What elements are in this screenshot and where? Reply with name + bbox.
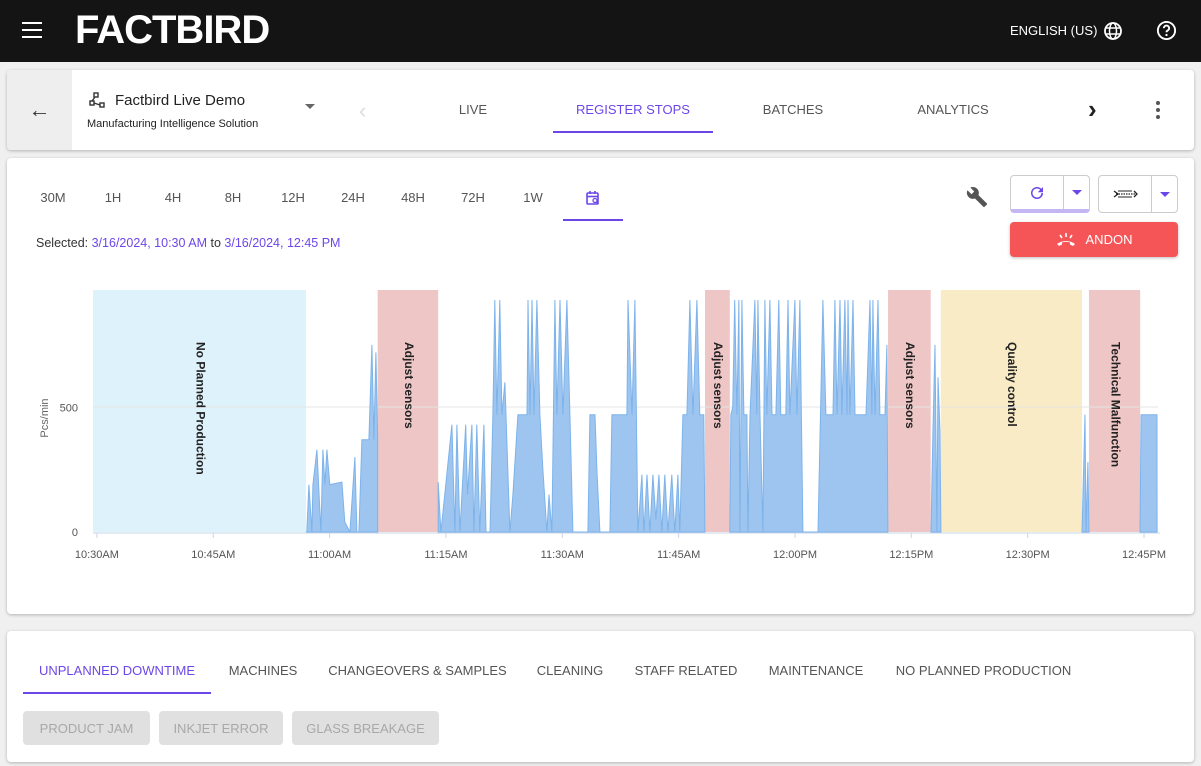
area-segment bbox=[305, 344, 379, 534]
band-label: Adjust sensors bbox=[402, 342, 416, 429]
band-label: Technical Malfunction bbox=[1108, 342, 1122, 467]
tab-staff-related[interactable]: STAFF RELATED bbox=[620, 663, 752, 678]
area-segment bbox=[1081, 414, 1090, 533]
stop-reason-glass-breakage[interactable]: GLASS BREAKAGE bbox=[292, 711, 439, 745]
tab-no-planned-production[interactable]: NO PLANNED PRODUCTION bbox=[880, 663, 1087, 678]
stop-reason-inkjet-error[interactable]: INKJET ERROR bbox=[159, 711, 283, 745]
y-tick-label: 500 bbox=[60, 402, 78, 414]
area-segment bbox=[930, 344, 942, 533]
x-tick-label: 12:30PM bbox=[1006, 549, 1050, 561]
band-label: Adjust sensors bbox=[711, 342, 725, 429]
x-tick-label: 11:00AM bbox=[308, 549, 351, 561]
area-segment bbox=[1139, 414, 1158, 533]
band-label: Adjust sensors bbox=[903, 342, 917, 429]
tab-maintenance[interactable]: MAINTENANCE bbox=[754, 663, 878, 678]
x-tick-label: 10:30AM bbox=[75, 549, 119, 561]
active-category-indicator bbox=[23, 692, 211, 694]
tab-machines[interactable]: MACHINES bbox=[213, 663, 313, 678]
band-label: Quality control bbox=[1005, 342, 1019, 427]
stop-reason-product-jam[interactable]: PRODUCT JAM bbox=[23, 711, 150, 745]
x-tick-label: 11:45AM bbox=[657, 549, 700, 561]
area-segment bbox=[437, 299, 706, 533]
band-label: No Planned Production bbox=[193, 342, 207, 475]
tab-changeovers-samples[interactable]: CHANGEOVERS & SAMPLES bbox=[315, 663, 520, 678]
tab-unplanned-downtime[interactable]: UNPLANNED DOWNTIME bbox=[23, 663, 211, 678]
y-tick-label: 0 bbox=[72, 527, 78, 539]
x-tick-label: 11:15AM bbox=[424, 549, 467, 561]
y-axis-label: Pcs/min bbox=[39, 398, 51, 437]
x-tick-label: 10:45AM bbox=[191, 549, 235, 561]
x-tick-label: 12:00PM bbox=[773, 549, 817, 561]
area-segment bbox=[729, 299, 889, 533]
production-rate-chart: No Planned Production Adjust sensors Adjus… bbox=[39, 290, 1166, 561]
tab-cleaning[interactable]: CLEANING bbox=[522, 663, 618, 678]
x-tick-label: 11:30AM bbox=[541, 549, 584, 561]
x-tick-label: 12:45PM bbox=[1122, 549, 1166, 561]
x-tick-label: 12:15PM bbox=[889, 549, 933, 561]
